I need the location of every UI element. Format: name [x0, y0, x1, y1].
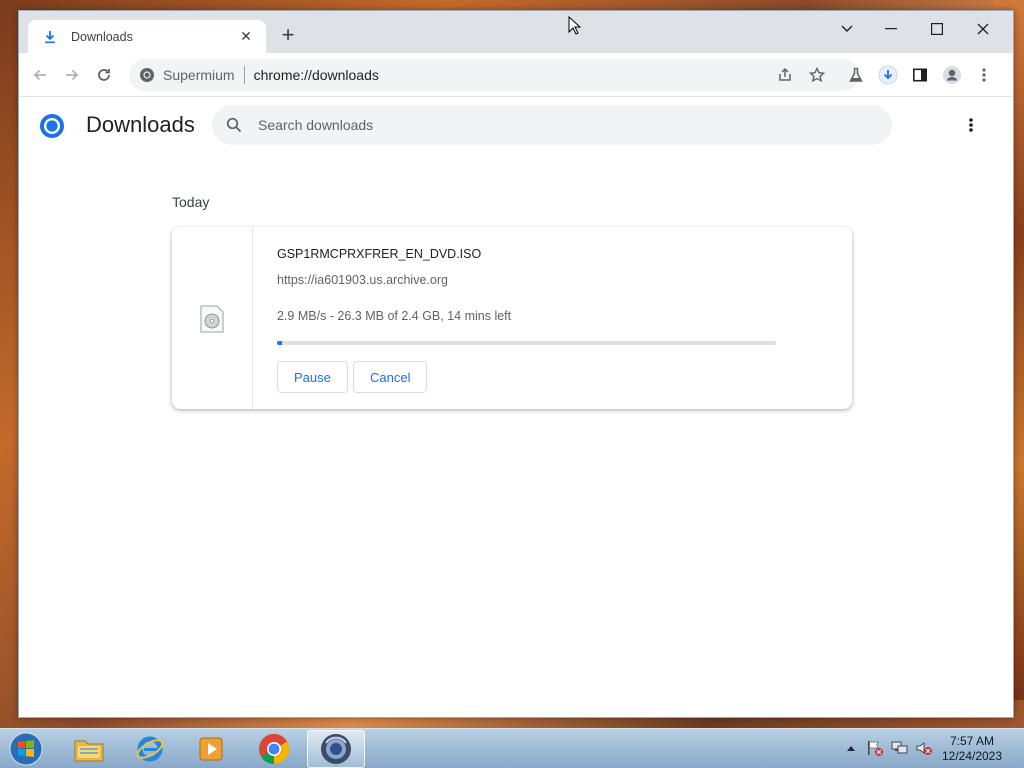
browser-window: Downloads ✕ + Supermium chrome://downloa… [18, 10, 1014, 718]
download-progress-fill [277, 341, 283, 345]
download-status-text: 2.9 MB/s - 26.3 MB of 2.4 GB, 14 mins le… [277, 309, 512, 323]
pause-button[interactable]: Pause [277, 361, 348, 393]
chrome-icon[interactable] [245, 730, 303, 768]
download-icon [42, 29, 58, 45]
chrome-logo-icon [140, 68, 154, 82]
taskbar-clock[interactable]: 7:57 AM 12/24/2023 [934, 734, 1010, 764]
show-hidden-icons-icon[interactable] [840, 735, 862, 761]
forward-button[interactable] [58, 61, 86, 89]
more-actions-icon[interactable] [959, 113, 983, 137]
file-icon-column [172, 227, 253, 409]
browser-menu-icon[interactable] [970, 61, 998, 89]
file-name[interactable]: GSP1RMCPRXFRER_EN_DVD.ISO [277, 247, 481, 261]
windows-logo-icon [9, 732, 43, 766]
download-progress-bar [277, 341, 776, 345]
file-explorer-icon[interactable] [60, 730, 118, 768]
date-section-label: Today [172, 194, 210, 210]
side-panel-icon[interactable] [906, 61, 934, 89]
new-tab-button[interactable]: + [277, 24, 299, 47]
site-info-chip[interactable]: Supermium [139, 67, 235, 83]
clock-time: 7:57 AM [949, 734, 995, 748]
source-url-link[interactable]: https://ia601903.us.archive.org [277, 273, 448, 287]
download-item-card: GSP1RMCPRXFRER_EN_DVD.ISO https://ia6019… [172, 227, 852, 409]
maximize-button[interactable] [917, 15, 957, 43]
share-icon[interactable] [771, 61, 799, 89]
close-tab-icon[interactable]: ✕ [238, 28, 254, 45]
reload-button[interactable] [90, 61, 118, 89]
search-bar[interactable] [212, 105, 892, 145]
windows-taskbar: 7:57 AM 12/24/2023 [0, 728, 1024, 768]
start-button[interactable] [6, 730, 46, 768]
volume-muted-icon[interactable] [913, 735, 935, 761]
mouse-cursor-icon [568, 16, 582, 35]
site-name: Supermium [163, 67, 235, 83]
action-center-flag-icon[interactable] [864, 735, 886, 761]
url-text[interactable]: chrome://downloads [254, 67, 379, 83]
minimize-button[interactable] [871, 15, 911, 43]
omnibox-divider [243, 66, 245, 84]
bookmark-star-icon[interactable] [803, 61, 831, 89]
page-title: Downloads [86, 112, 195, 137]
tab-search-icon[interactable] [827, 15, 867, 43]
internet-explorer-icon[interactable] [121, 730, 179, 768]
labs-flask-icon[interactable] [842, 61, 870, 89]
supermium-icon[interactable] [307, 730, 365, 768]
address-bar[interactable]: Supermium chrome://downloads [129, 59, 859, 91]
downloads-toolbar-icon[interactable] [874, 61, 902, 89]
tab-strip: Downloads ✕ + [19, 11, 1013, 53]
clock-date: 12/24/2023 [941, 749, 1003, 763]
downloads-page: Downloads Today GSP1RMCPRXFRER_EN_DVD.IS… [19, 97, 1013, 717]
search-input[interactable] [258, 117, 818, 133]
cancel-button[interactable]: Cancel [353, 361, 428, 393]
profile-avatar-icon[interactable] [938, 61, 966, 89]
tab-title: Downloads [71, 29, 133, 44]
tab-downloads[interactable]: Downloads ✕ [28, 20, 266, 53]
browser-toolbar: Supermium chrome://downloads [19, 53, 1013, 97]
back-button[interactable] [26, 61, 54, 89]
search-icon [224, 115, 244, 135]
chrome-logo-icon [40, 114, 64, 138]
network-icon[interactable] [889, 735, 911, 761]
media-player-icon[interactable] [182, 730, 240, 768]
disc-file-icon [200, 305, 224, 333]
close-window-button[interactable] [963, 15, 1003, 43]
